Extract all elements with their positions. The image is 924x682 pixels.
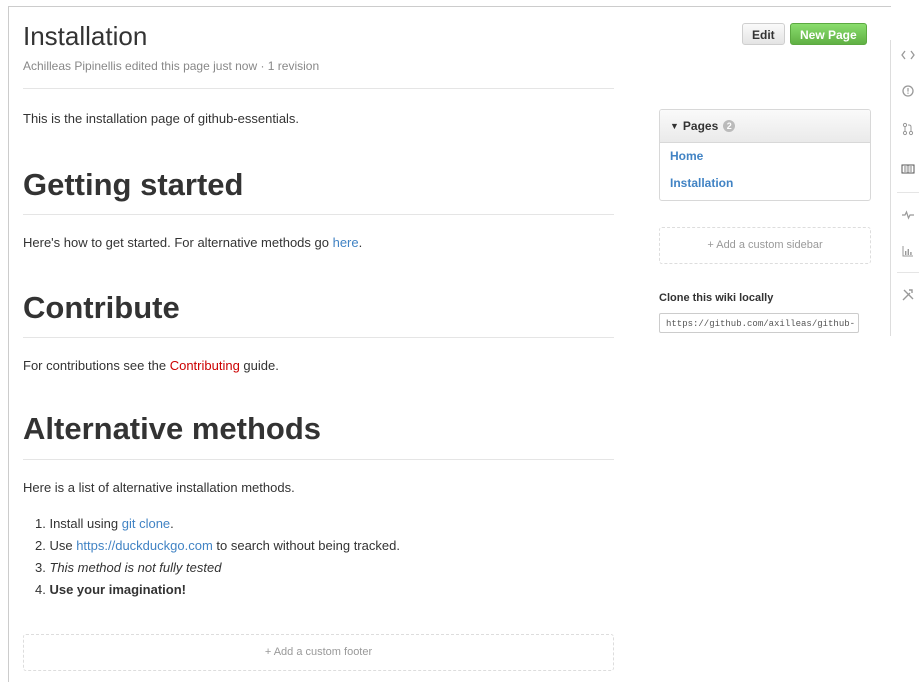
- list-item: 4. Use your imagination!: [35, 582, 186, 597]
- page-link-installation[interactable]: Installation: [660, 170, 870, 197]
- heading-divider: [23, 459, 614, 460]
- rail-divider: [897, 192, 919, 193]
- settings-icon[interactable]: [891, 280, 924, 310]
- header-divider: [23, 88, 614, 89]
- edit-button[interactable]: Edit: [742, 23, 785, 45]
- list-item: 1. Install using git clone.: [35, 516, 174, 531]
- add-custom-footer-button[interactable]: + Add a custom footer: [23, 634, 614, 671]
- contributing-guide-text: For contributions see the Contributing g…: [23, 358, 279, 373]
- issues-icon[interactable]: [891, 76, 924, 106]
- clone-wiki-label: Clone this wiki locally: [659, 292, 774, 304]
- pull-request-icon[interactable]: [891, 114, 924, 144]
- pages-count-badge: 2: [723, 120, 736, 132]
- code-icon[interactable]: [891, 40, 924, 70]
- clone-url-input[interactable]: https://github.com/axilleas/github-: [659, 313, 859, 333]
- heading-getting-started: Getting started: [23, 167, 244, 202]
- add-custom-sidebar-button[interactable]: + Add a custom sidebar: [659, 227, 871, 264]
- heading-contribute: Contribute: [23, 290, 180, 325]
- here-link[interactable]: here: [333, 235, 359, 250]
- list-item: 2. Use https://duckduckgo.com to search …: [35, 538, 400, 553]
- pages-toggle[interactable]: ▼ Pages 2: [660, 110, 870, 143]
- page-meta: Achilleas Pipinellis edited this page ju…: [23, 59, 320, 73]
- pulse-icon[interactable]: [891, 200, 924, 230]
- git-clone-link[interactable]: git clone: [122, 516, 170, 531]
- pages-panel: ▼ Pages 2 Home Installation: [659, 109, 871, 201]
- contributing-link[interactable]: Contributing: [170, 358, 240, 373]
- rail-divider: [897, 272, 919, 273]
- duckduckgo-link[interactable]: https://duckduckgo.com: [76, 538, 213, 553]
- list-item: 3. This method is not fully tested: [35, 560, 222, 575]
- repo-nav-rail: [890, 40, 924, 336]
- graphs-icon[interactable]: [891, 236, 924, 266]
- page-link-home[interactable]: Home: [660, 143, 870, 170]
- new-page-button[interactable]: New Page: [790, 23, 867, 45]
- getting-started-text: Here's how to get started. For alternati…: [23, 235, 363, 250]
- caret-down-icon: ▼: [670, 121, 679, 131]
- wiki-icon[interactable]: [891, 154, 924, 184]
- intro-text: This is the installation page of github-…: [23, 111, 300, 126]
- alternative-intro: Here is a list of alternative installati…: [23, 480, 295, 495]
- heading-divider: [23, 214, 614, 215]
- page-title: Installation: [23, 21, 148, 51]
- wiki-page: Installation Achilleas Pipinellis edited…: [8, 6, 891, 682]
- heading-alternative-methods: Alternative methods: [23, 411, 322, 446]
- heading-divider: [23, 337, 614, 338]
